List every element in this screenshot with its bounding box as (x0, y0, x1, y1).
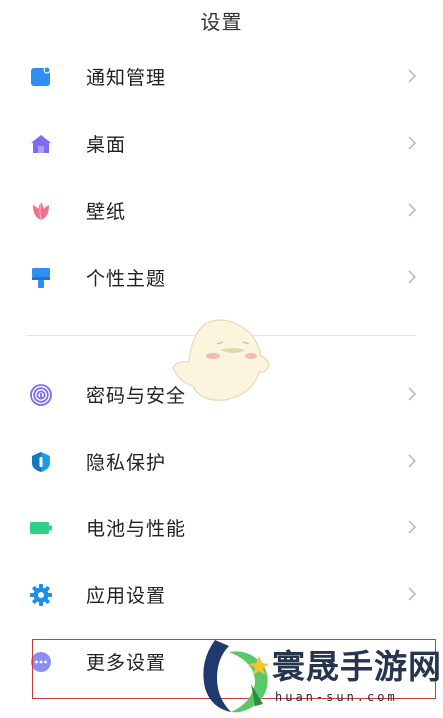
chevron-right-icon (408, 270, 417, 284)
chevron-right-icon (408, 520, 417, 534)
settings-item-label: 壁纸 (86, 201, 127, 223)
settings-item-label: 电池与性能 (86, 518, 187, 540)
settings-item-privacy[interactable]: 隐私保护 (0, 429, 443, 495)
settings-item-label: 个性主题 (86, 268, 167, 290)
page-title: 设置 (200, 10, 243, 34)
chevron-right-icon (408, 136, 417, 150)
settings-item-themes[interactable]: 个性主题 (0, 245, 443, 311)
settings-item-battery-performance[interactable]: 电池与性能 (0, 495, 443, 561)
chevron-right-icon (408, 203, 417, 217)
settings-item-desktop[interactable]: 桌面 (0, 111, 443, 177)
watermark-url: huan-sun.com (275, 690, 398, 704)
gear-icon (30, 584, 52, 606)
settings-item-app-settings[interactable]: 应用设置 (0, 562, 443, 628)
fingerprint-icon (30, 384, 52, 406)
battery-icon (30, 522, 52, 534)
chevron-right-icon (408, 454, 417, 468)
settings-item-label: 桌面 (86, 134, 127, 156)
privacy-shield-icon (32, 452, 50, 472)
settings-item-label: 隐私保护 (86, 452, 167, 474)
settings-item-label: 应用设置 (86, 585, 167, 607)
settings-item-wallpaper[interactable]: 壁纸 (0, 178, 443, 244)
chevron-right-icon (408, 69, 417, 83)
watermark-text: 寰晟手游网 (272, 647, 442, 686)
brush-icon (32, 268, 50, 288)
mascot-sticker-icon (172, 319, 270, 401)
chevron-right-icon (408, 387, 417, 401)
settings-item-notifications[interactable]: 通知管理 (0, 44, 443, 110)
notification-icon (31, 66, 51, 86)
chevron-right-icon (408, 587, 417, 601)
tulip-icon (33, 201, 49, 221)
home-icon (31, 135, 51, 153)
settings-item-label: 通知管理 (86, 67, 167, 89)
